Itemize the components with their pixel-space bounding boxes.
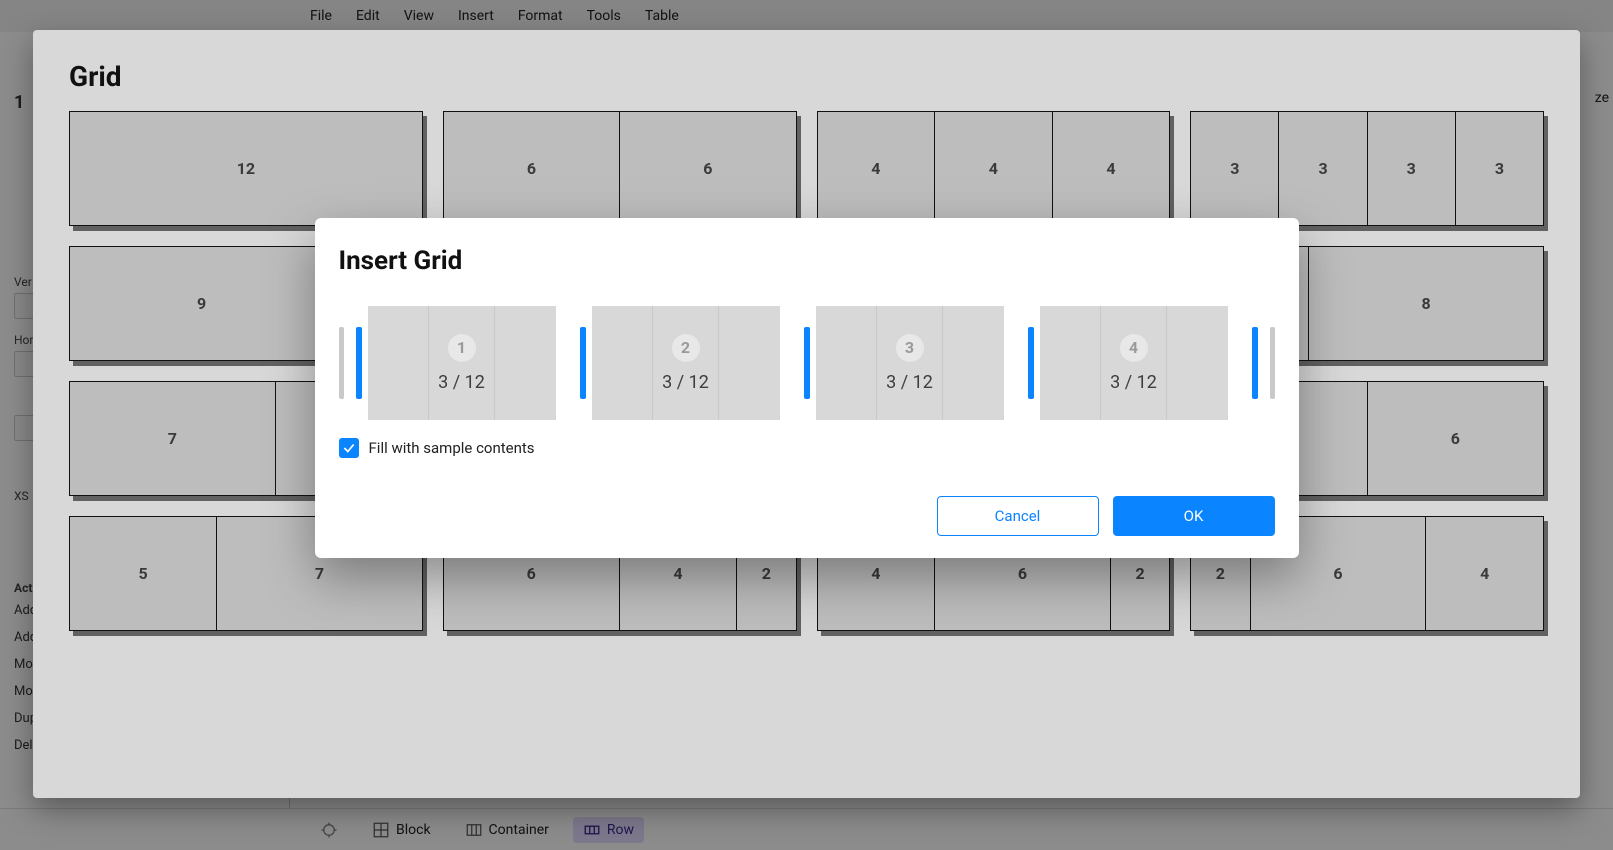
- column-4[interactable]: 4 3 / 12: [1040, 306, 1228, 420]
- column-1[interactable]: 1 3 / 12: [368, 306, 556, 420]
- resize-handle-2[interactable]: [580, 327, 586, 399]
- column-ratio: 3 / 12: [438, 372, 485, 393]
- resize-handle-end[interactable]: [1270, 327, 1275, 399]
- column-ratio: 3 / 12: [662, 372, 709, 393]
- column-ratio: 3 / 12: [1110, 372, 1157, 393]
- resize-handle-1[interactable]: [356, 327, 362, 399]
- resize-handle-4[interactable]: [1028, 327, 1034, 399]
- fill-sample-checkbox[interactable]: Fill with sample contents: [339, 438, 1275, 458]
- column-3[interactable]: 3 3 / 12: [816, 306, 1004, 420]
- resize-handle-5[interactable]: [1252, 327, 1258, 399]
- column-number: 2: [672, 334, 700, 362]
- column-number: 1: [448, 334, 476, 362]
- insert-grid-modal: Insert Grid 1 3 / 12 2 3 / 12 3 3 / 12: [315, 218, 1299, 558]
- dialog-buttons: Cancel OK: [339, 496, 1275, 536]
- column-editor: 1 3 / 12 2 3 / 12 3 3 / 12 4 3 / 12: [339, 306, 1275, 420]
- checkbox-label: Fill with sample contents: [369, 439, 535, 457]
- resize-handle-3[interactable]: [804, 327, 810, 399]
- insert-grid-title: Insert Grid: [339, 246, 1275, 276]
- resize-handle-start[interactable]: [339, 327, 344, 399]
- modal-backdrop-inner: Insert Grid 1 3 / 12 2 3 / 12 3 3 / 12: [0, 0, 1613, 850]
- column-2[interactable]: 2 3 / 12: [592, 306, 780, 420]
- checkbox-checked-icon: [339, 438, 359, 458]
- column-number: 4: [1120, 334, 1148, 362]
- ok-button[interactable]: OK: [1113, 496, 1275, 536]
- column-ratio: 3 / 12: [886, 372, 933, 393]
- column-number: 3: [896, 334, 924, 362]
- cancel-button[interactable]: Cancel: [937, 496, 1099, 536]
